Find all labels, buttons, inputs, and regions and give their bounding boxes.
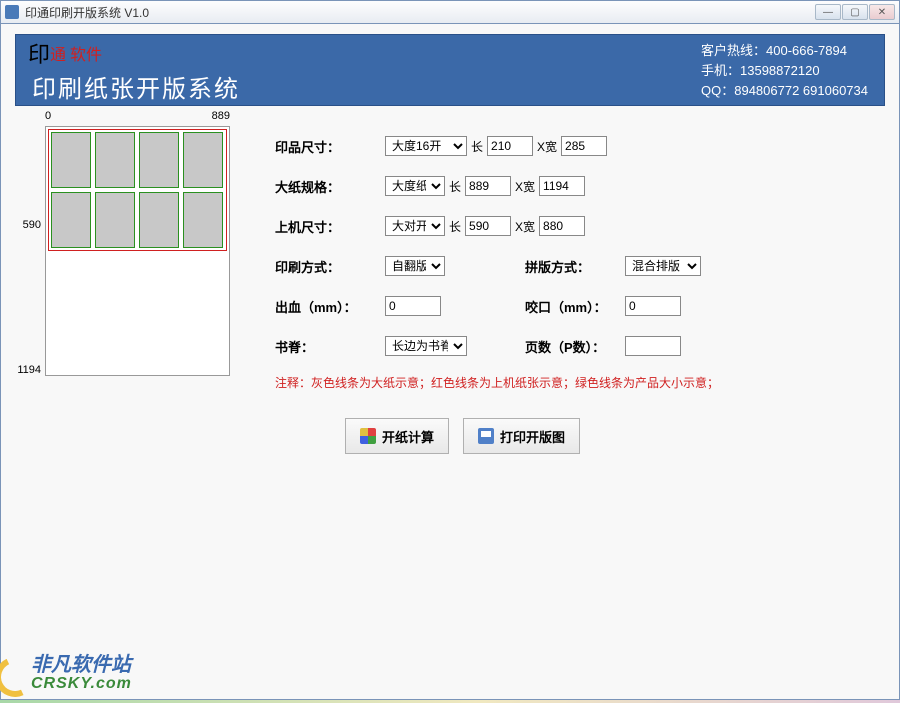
axis-top-left: 0 <box>45 110 51 122</box>
window-controls: — ▢ ✕ <box>815 4 895 20</box>
button-row: 开纸计算 打印开版图 <box>345 418 885 454</box>
brand: 印通 软件 印刷纸张开版系统 <box>16 35 252 105</box>
window-title: 印通印刷开版系统 V1.0 <box>25 4 815 21</box>
brand-title: 印刷纸张开版系统 <box>32 69 240 104</box>
grip-input[interactable] <box>625 296 681 316</box>
machine-size-select[interactable]: 大对开 <box>385 216 445 236</box>
calc-button-label: 开纸计算 <box>382 427 434 446</box>
header-bar: 印通 软件 印刷纸张开版系统 客户热线：400-666-7894 手机：1359… <box>15 34 885 106</box>
pages-input[interactable] <box>625 336 681 356</box>
calc-icon <box>360 428 376 444</box>
close-button[interactable]: ✕ <box>869 4 895 20</box>
hotline-value: 400-666-7894 <box>766 43 847 58</box>
mobile-value: 13598872120 <box>740 63 820 78</box>
watermark-en: CRSKY.com <box>31 675 132 693</box>
print-icon <box>478 428 494 444</box>
content: 0 889 590 1194 <box>15 126 885 392</box>
spine-select[interactable]: 长边为书脊 <box>385 336 467 356</box>
pages-label: 页数（P数）： <box>525 337 625 356</box>
grip-label: 咬口（mm）： <box>525 297 625 316</box>
app-icon <box>5 5 19 19</box>
mobile-label: 手机： <box>701 63 740 78</box>
product-cell <box>51 192 91 248</box>
app-window: 印通 软件 印刷纸张开版系统 客户热线：400-666-7894 手机：1359… <box>0 24 900 700</box>
layout-mode-label: 拼版方式： <box>525 257 625 276</box>
logo-text-black: 印 <box>28 42 50 67</box>
print-mode-label: 印刷方式： <box>275 257 385 276</box>
len-label-1: 长 <box>471 138 483 155</box>
print-button[interactable]: 打印开版图 <box>463 418 580 454</box>
brand-logo: 印通 软件 <box>28 37 240 69</box>
len-label-2: 长 <box>449 178 461 195</box>
product-cell <box>139 132 179 188</box>
product-length-input[interactable] <box>487 136 533 156</box>
logo-text-red: 通 软件 <box>50 47 102 64</box>
product-size-label: 印品尺寸： <box>275 137 385 156</box>
watermark: 非凡软件站 CRSKY.com <box>31 648 132 693</box>
product-cell <box>139 192 179 248</box>
len-label-3: 长 <box>449 218 461 235</box>
machine-length-input[interactable] <box>465 216 511 236</box>
hotline-label: 客户热线： <box>701 43 766 58</box>
axis-left: 590 1194 <box>15 126 41 376</box>
product-cell <box>183 192 223 248</box>
wid-label-2: X宽 <box>515 178 535 195</box>
product-size-select[interactable]: 大度16开 <box>385 136 467 156</box>
axis-top: 0 889 <box>45 110 230 122</box>
paper-outline <box>45 126 230 376</box>
form-column: 印品尺寸： 大度16开 长 X宽 大纸规格： 大度纸 长 X宽 上机尺寸： 大对… <box>265 126 885 392</box>
product-width-input[interactable] <box>561 136 607 156</box>
product-cell <box>183 132 223 188</box>
product-cell <box>95 132 135 188</box>
axis-left-mid: 590 <box>23 219 41 231</box>
axis-top-right: 889 <box>212 110 230 122</box>
paper-spec-select[interactable]: 大度纸 <box>385 176 445 196</box>
machine-width-input[interactable] <box>539 216 585 236</box>
paper-length-input[interactable] <box>465 176 511 196</box>
product-cell <box>51 132 91 188</box>
qq-value: 894806772 691060734 <box>734 83 868 98</box>
wid-label-3: X宽 <box>515 218 535 235</box>
machine-size-label: 上机尺寸： <box>275 217 385 236</box>
minimize-button[interactable]: — <box>815 4 841 20</box>
wid-label-1: X宽 <box>537 138 557 155</box>
titlebar: 印通印刷开版系统 V1.0 — ▢ ✕ <box>0 0 900 24</box>
bleed-input[interactable] <box>385 296 441 316</box>
qq-label: QQ： <box>701 83 734 98</box>
maximize-button[interactable]: ▢ <box>842 4 868 20</box>
bleed-label: 出血（mm）： <box>275 297 385 316</box>
watermark-cn: 非凡软件站 <box>31 654 131 676</box>
print-mode-select[interactable]: 自翻版 <box>385 256 445 276</box>
spine-label: 书脊： <box>275 337 385 356</box>
axis-left-bottom: 1194 <box>17 364 41 376</box>
preview-box: 0 889 590 1194 <box>45 126 255 376</box>
legend-note: 注释：灰色线条为大纸示意；红色线条为上机纸张示意；绿色线条为产品大小示意； <box>275 374 885 392</box>
layout-mode-select[interactable]: 混合排版 <box>625 256 701 276</box>
contact-block: 客户热线：400-666-7894 手机：13598872120 QQ：8948… <box>685 35 884 105</box>
paper-spec-label: 大纸规格： <box>275 177 385 196</box>
product-cell <box>95 192 135 248</box>
paper-width-input[interactable] <box>539 176 585 196</box>
calc-button[interactable]: 开纸计算 <box>345 418 449 454</box>
preview-column: 0 889 590 1194 <box>15 126 265 392</box>
print-button-label: 打印开版图 <box>500 427 565 446</box>
